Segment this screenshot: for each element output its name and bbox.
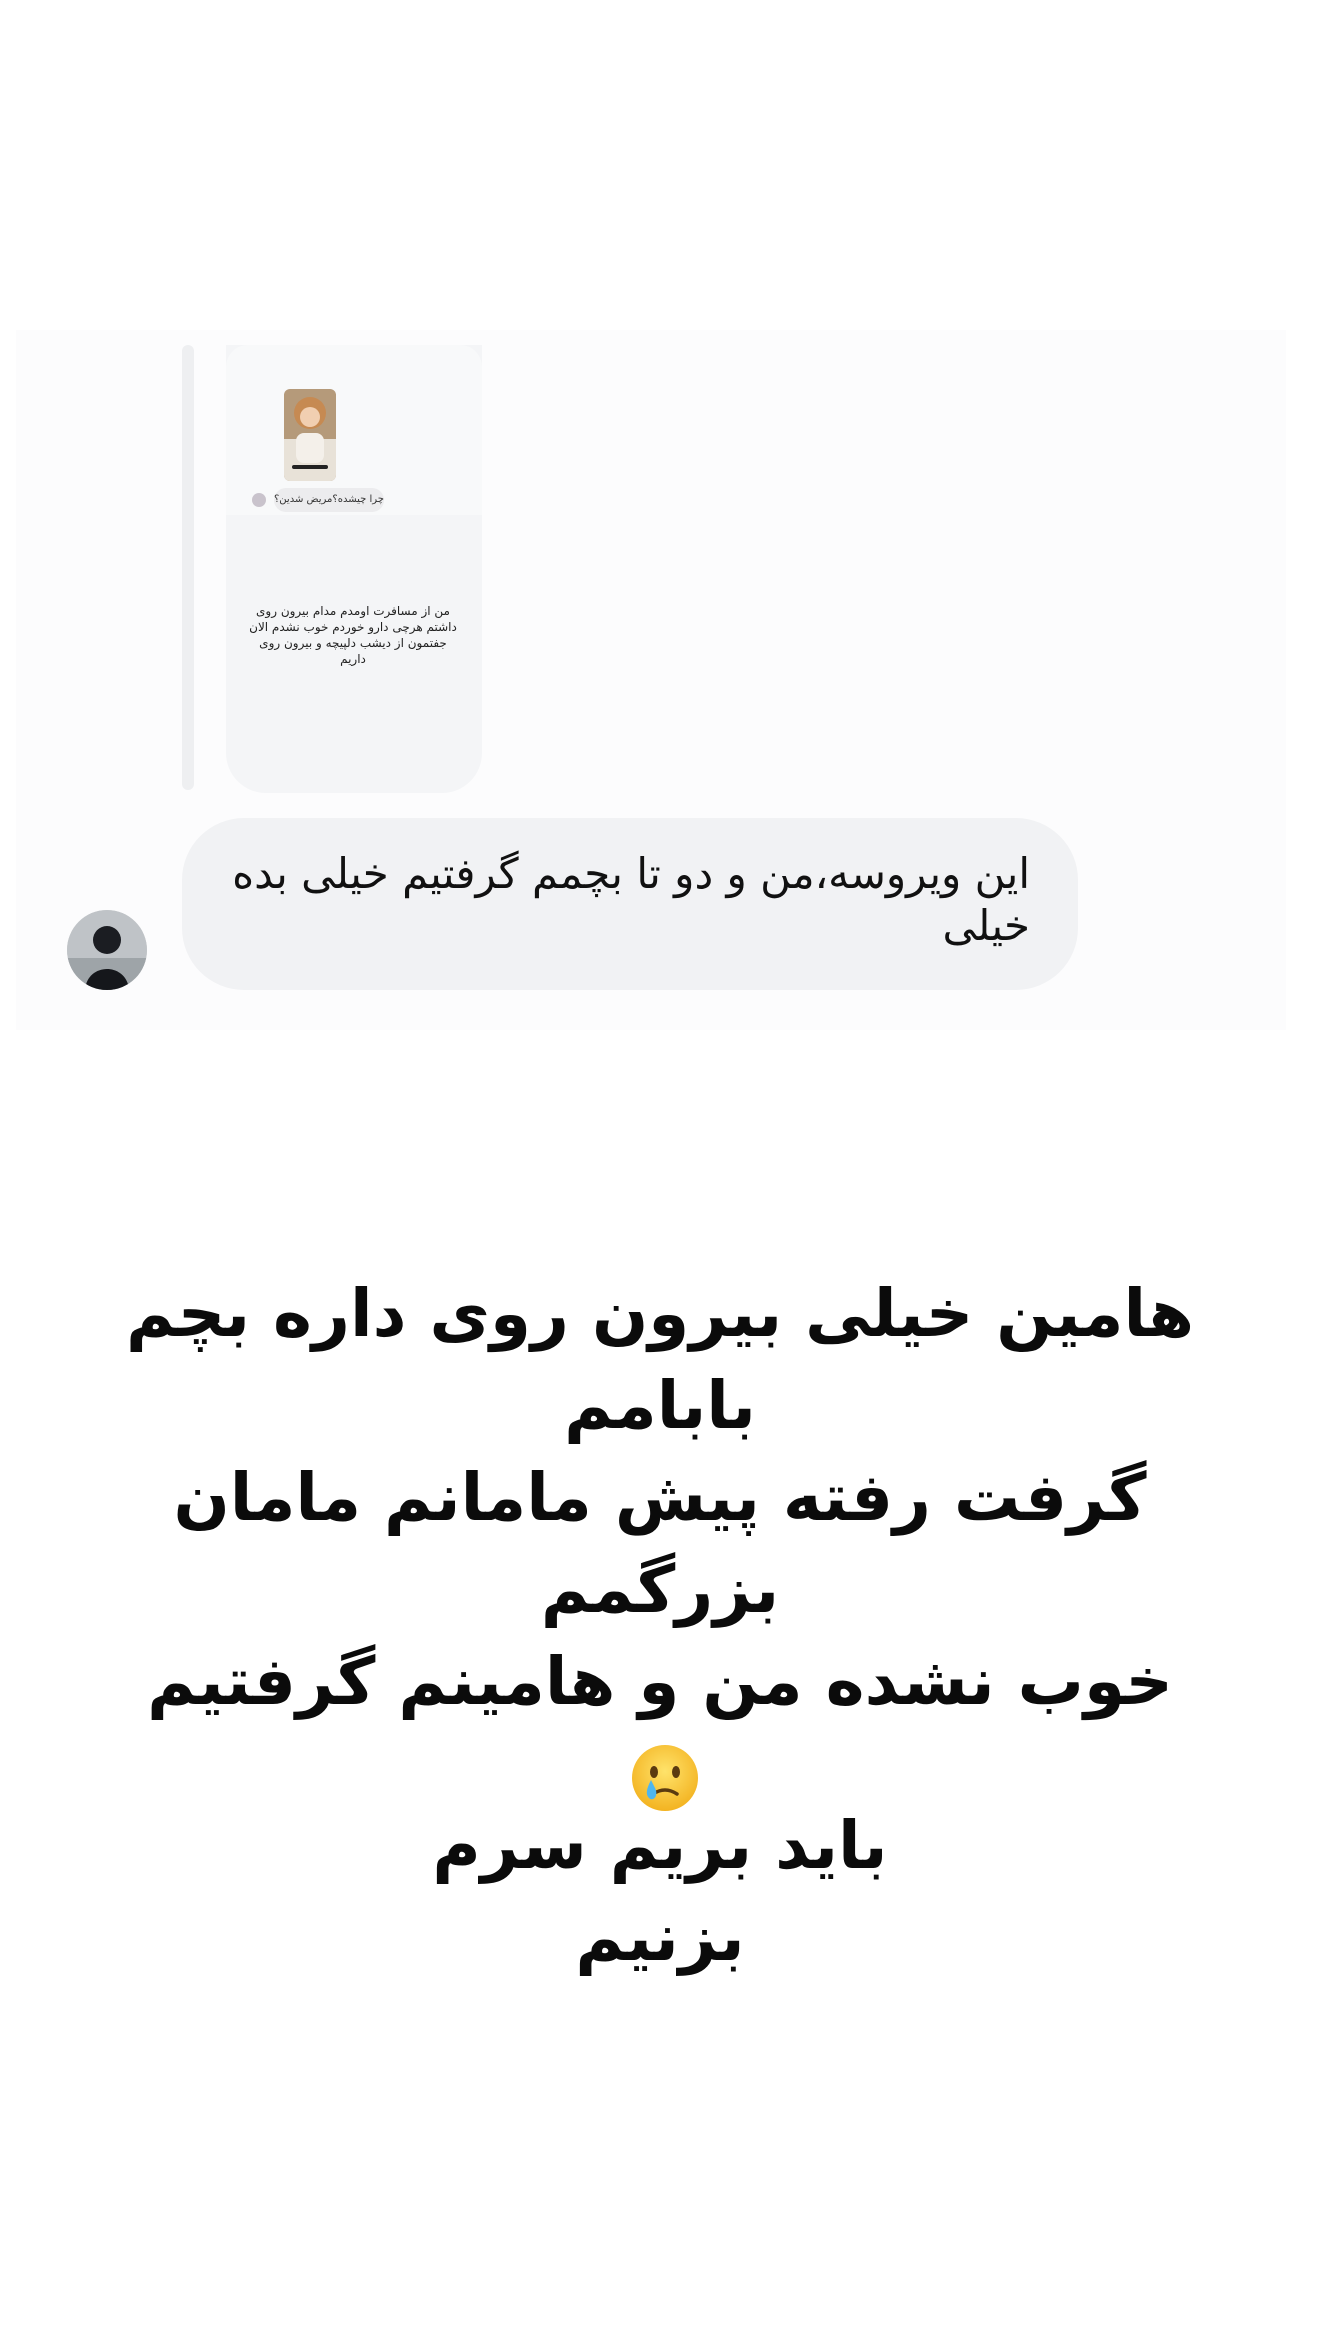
reply-indicator-bar [182, 345, 194, 790]
second-caption: باید بریم سرم بزنیم [432, 1807, 888, 1976]
question-sticker-chip: چرا چیشده؟مریض شدین؟ [274, 488, 384, 512]
story-answer-line: داشتم هرچی دارو خوردم خوب نشدم الان [249, 620, 457, 634]
replied-story-card[interactable]: چرا چیشده؟مریض شدین؟ من از مسافرت اومدم … [226, 345, 482, 793]
caption-line: هامین خیلی بیرون روی داره بچم بابامم [125, 1275, 1195, 1444]
caption-line: گرفت رفته پیش مامانم مامان بزرگمم [173, 1459, 1147, 1628]
caption-line-with-emoji: خوب نشده من و هامینم گرفتیم [120, 1636, 1200, 1820]
story-answer-text: من از مسافرت اومدم مدام بیرون روی داشتم … [248, 603, 458, 667]
caption-line: خوب نشده من و هامینم گرفتیم [147, 1643, 1173, 1720]
message-bubble[interactable]: این ویروسه،من و دو تا بچمم گرفتیم خیلی ب… [182, 818, 1078, 990]
story-caption: هامین خیلی بیرون روی داره بچم بابامم گرف… [120, 1268, 1200, 1820]
sticker-avatar-icon [252, 493, 266, 507]
message-text: این ویروسه،من و دو تا بچمم گرفتیم خیلی ب… [232, 849, 1030, 950]
story-answer-line: من از مسافرت اومدم مدام بیرون روی [256, 604, 450, 618]
story-thumbnail-image[interactable] [284, 389, 336, 481]
sender-avatar[interactable] [67, 910, 147, 990]
story-answer-line: جفتمون از دیشب دلپیچه و بیرون روی داریم [259, 636, 447, 666]
